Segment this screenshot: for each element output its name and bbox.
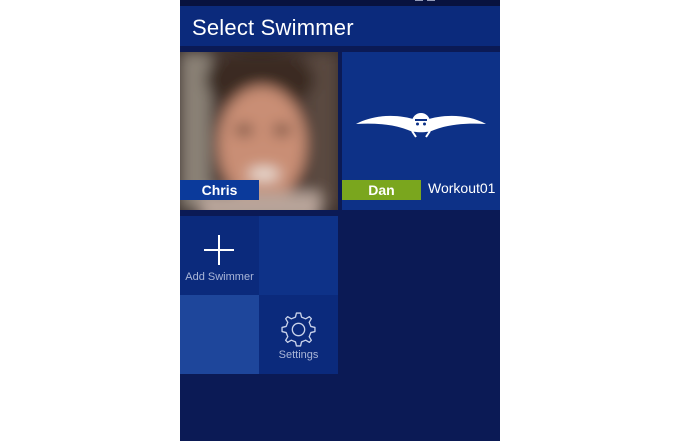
add-swimmer-label: Add Swimmer (185, 271, 254, 283)
page-title: Select Swimmer (192, 15, 354, 40)
empty-tile (180, 295, 259, 374)
plus-icon (204, 235, 234, 265)
add-swimmer-button[interactable]: Add Swimmer (180, 216, 259, 295)
gear-icon (281, 312, 316, 347)
settings-label: Settings (278, 349, 319, 361)
signal-icon (415, 0, 423, 1)
status-icons (415, 0, 435, 3)
workout-label: Workout01 (428, 180, 496, 196)
swimmer-tile-dan[interactable]: Dan Workout01 (342, 52, 500, 210)
swimmer-silhouette-icon (356, 113, 486, 138)
empty-tile (259, 216, 338, 295)
settings-button[interactable]: Settings (259, 295, 338, 374)
swimmer-name-badge: Dan (342, 180, 421, 200)
swimmer-name-badge: Chris (180, 180, 259, 200)
battery-icon (427, 0, 435, 1)
swimmer-tile-chris[interactable]: Chris (180, 52, 338, 210)
app-header: Select Swimmer (180, 6, 500, 46)
app-screen: Select Swimmer Chris Dan Workout01 Add S… (180, 0, 500, 441)
